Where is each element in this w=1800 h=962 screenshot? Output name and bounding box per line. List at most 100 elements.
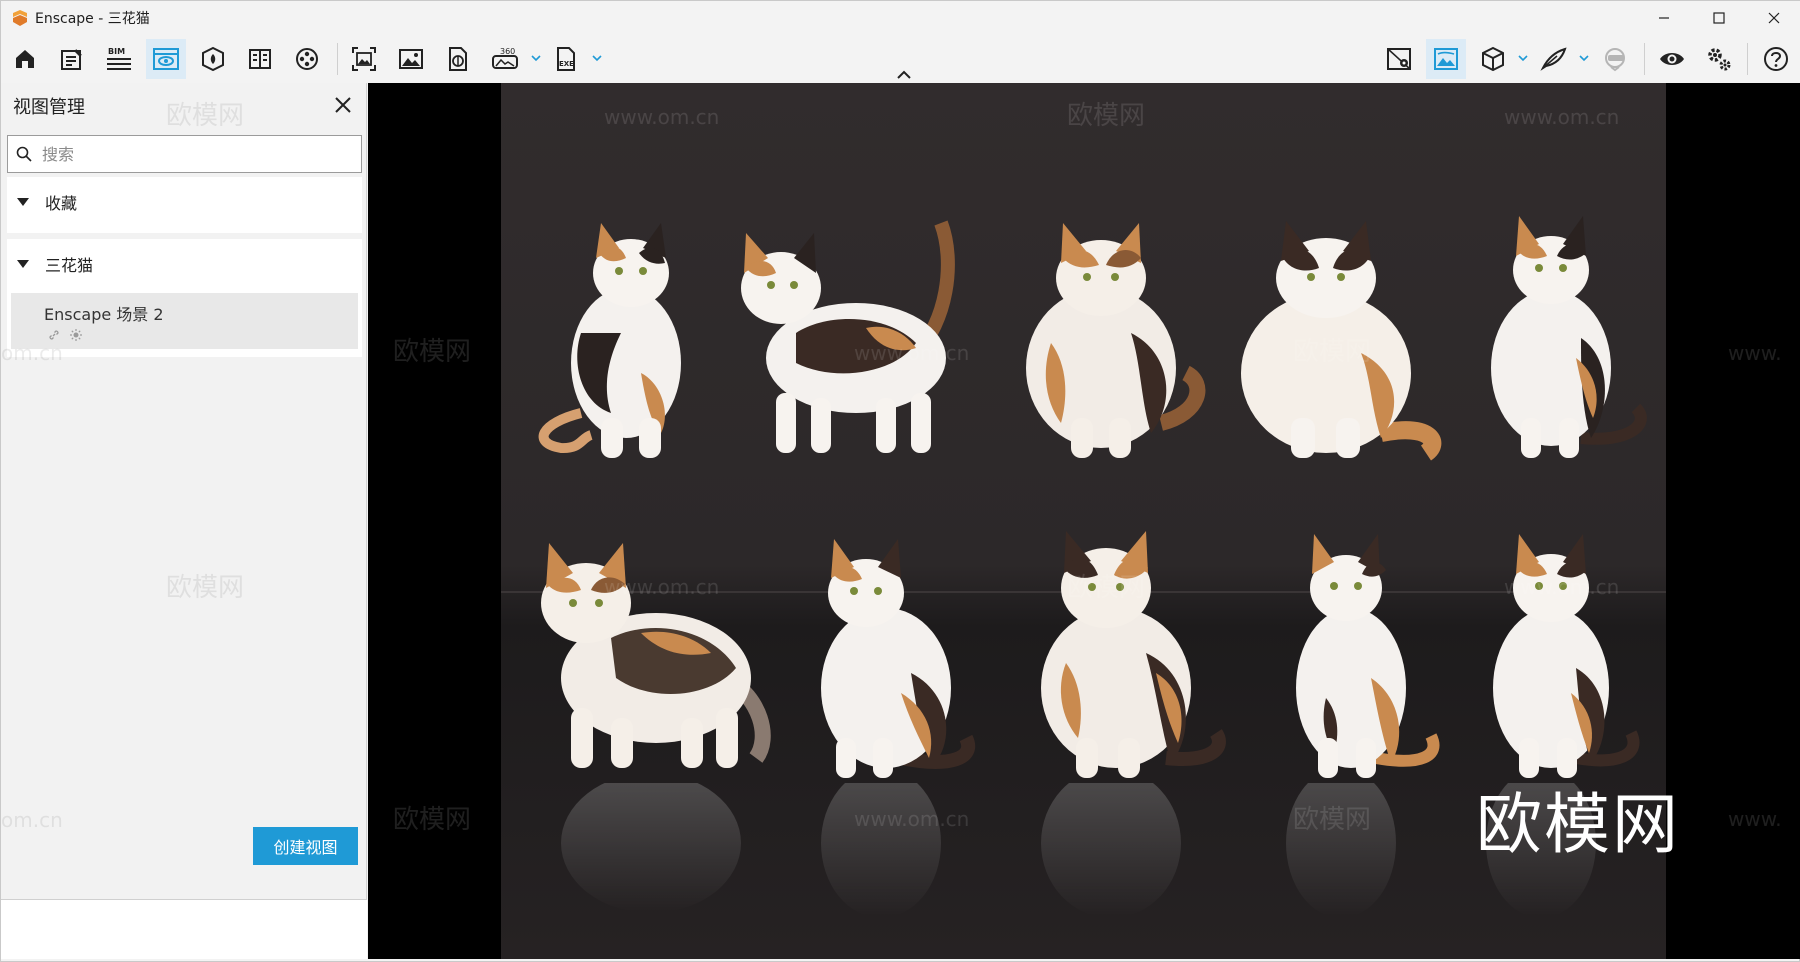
settings-button[interactable]	[1699, 39, 1739, 79]
eye-icon	[1660, 53, 1684, 65]
minimize-button[interactable]	[1636, 1, 1691, 35]
watermark-text: 欧模网	[1293, 337, 1372, 367]
home-button[interactable]	[5, 39, 45, 79]
scene-group: 三花猫 Enscape 场景 2	[7, 239, 362, 357]
cat-figure	[1491, 216, 1647, 458]
help-button[interactable]	[1756, 39, 1796, 79]
collapse-toolbar-button[interactable]	[894, 67, 914, 81]
watermark-text: 欧模网	[1067, 573, 1146, 603]
material-editor-icon	[249, 49, 271, 69]
sun-icon[interactable]	[69, 328, 83, 342]
scene-group-header[interactable]: 三花猫	[7, 239, 362, 289]
favorites-group-label: 收藏	[45, 194, 78, 213]
panorama-360-label: 360	[500, 47, 515, 56]
close-icon	[1768, 12, 1779, 24]
batch-render-icon	[352, 47, 376, 71]
bim-icon: BIM	[107, 47, 131, 70]
large-watermark: 欧模网	[1476, 786, 1680, 863]
cube-dropdown-caret[interactable]	[1516, 51, 1530, 65]
export-panorama-icon	[449, 47, 467, 71]
watermark-text: 欧模网	[1293, 805, 1372, 835]
atmosphere-icon	[1434, 48, 1458, 70]
maximize-button[interactable]	[1691, 1, 1746, 35]
watermark-text: 欧模网	[166, 101, 245, 131]
chevron-down-icon	[1518, 55, 1528, 62]
watermark-text: www.om.cn	[854, 807, 970, 831]
panel-close-button[interactable]	[331, 93, 355, 117]
close-icon	[335, 97, 351, 113]
watermark-text: 欧模网	[393, 337, 472, 367]
toolbar-separator	[1747, 43, 1748, 75]
search-box	[7, 135, 362, 173]
feather-dropdown-caret[interactable]	[1577, 51, 1591, 65]
feather-button[interactable]	[1534, 39, 1574, 79]
render-viewport[interactable]: www.om.cn 欧模网 www.om.cn 欧模网 www.om.cn 欧模…	[368, 83, 1800, 959]
notes-icon	[61, 49, 82, 70]
atmosphere-button[interactable]	[1426, 39, 1466, 79]
vr-headset-button[interactable]	[1595, 39, 1635, 79]
bim-label: BIM	[108, 47, 125, 56]
export-exe-button[interactable]: EXE	[546, 39, 586, 79]
batch-render-button[interactable]	[344, 39, 384, 79]
asset-library-button[interactable]	[193, 39, 233, 79]
view-management-button[interactable]	[146, 39, 186, 79]
link-icon[interactable]	[47, 328, 61, 342]
exe-label: EXE	[559, 60, 574, 68]
vr-headset-icon	[1605, 48, 1625, 72]
eye-button[interactable]	[1652, 39, 1692, 79]
favorites-group: 收藏	[7, 177, 362, 233]
cat-figure	[1041, 531, 1226, 778]
panel-title: 视图管理	[13, 97, 85, 118]
watermark-text: 欧模网	[1067, 101, 1146, 131]
bim-button[interactable]: BIM	[99, 39, 139, 79]
screenshot-button[interactable]	[391, 39, 431, 79]
export-exe-icon: EXE	[557, 47, 575, 71]
chevron-down-icon	[531, 55, 541, 62]
watermark-text: www.	[1728, 807, 1782, 831]
create-view-button[interactable]: 创建视图	[253, 827, 358, 865]
settings-icon	[1708, 48, 1731, 71]
watermark-text: www.om.cn	[1504, 575, 1620, 599]
cat-figure	[1296, 534, 1440, 778]
exe-dropdown-caret[interactable]	[590, 51, 604, 65]
chevron-up-icon	[897, 70, 911, 79]
screenshot-icon	[399, 49, 423, 69]
material-editor-button[interactable]	[240, 39, 280, 79]
toolbar-separator	[337, 43, 338, 75]
view-management-icon	[153, 48, 179, 70]
watermark-text: www.om.cn	[604, 105, 720, 129]
watermark-text: 欧模网	[393, 805, 472, 835]
scene-group-label: 三花猫	[45, 256, 94, 275]
enscape-window: Enscape - 三花猫 BIM 360 EXE 视图管理 搜索 收藏 三花猫…	[0, 0, 1800, 962]
export-panorama-button[interactable]	[438, 39, 478, 79]
asset-library-icon	[202, 46, 224, 72]
triangle-down-icon	[15, 194, 31, 210]
chevron-down-icon	[1579, 55, 1589, 62]
title-bar: Enscape - 三花猫	[1, 1, 1800, 35]
search-input[interactable]	[42, 144, 342, 164]
maximize-icon	[1712, 12, 1725, 24]
watermark-text: 欧模网	[166, 573, 245, 603]
chevron-down-icon	[592, 55, 602, 62]
watermark-text: www.	[1728, 341, 1782, 365]
panorama-360-icon: 360	[492, 47, 518, 69]
cat-figure	[1026, 223, 1206, 458]
cat-figure	[741, 220, 955, 453]
favorites-group-header[interactable]: 收藏	[7, 177, 362, 227]
watermark-text: www.om.cn	[854, 341, 970, 365]
site-context-button[interactable]	[1379, 39, 1419, 79]
video-editor-icon	[296, 48, 318, 70]
panorama-dropdown-caret[interactable]	[529, 51, 543, 65]
window-title: Enscape - 三花猫	[35, 11, 150, 27]
cube-button[interactable]	[1473, 39, 1513, 79]
panorama-360-button[interactable]: 360	[485, 39, 525, 79]
triangle-down-icon	[15, 256, 31, 272]
notes-button[interactable]	[52, 39, 92, 79]
cat-figure	[538, 223, 681, 458]
watermark-text: om.cn	[1, 341, 63, 365]
enscape-logo-icon	[13, 10, 27, 26]
view-list-item[interactable]: Enscape 场景 2	[11, 293, 358, 349]
close-window-button[interactable]	[1746, 1, 1800, 35]
video-editor-button[interactable]	[287, 39, 327, 79]
cube-icon	[1482, 46, 1504, 72]
